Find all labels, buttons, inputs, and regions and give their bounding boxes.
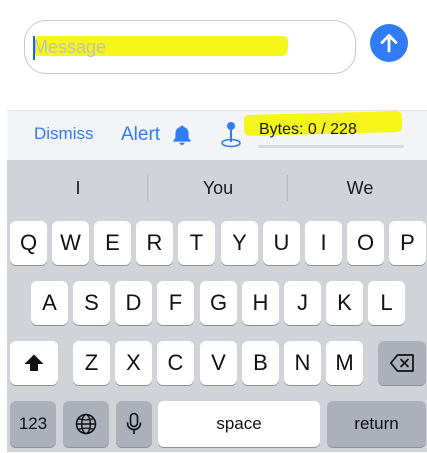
- return-key[interactable]: return: [327, 401, 426, 447]
- key-f[interactable]: F: [157, 281, 194, 325]
- bell-icon: [173, 125, 191, 145]
- globe-icon: [75, 413, 97, 435]
- key-v[interactable]: V: [200, 341, 237, 385]
- message-input[interactable]: [33, 34, 333, 60]
- bytes-progress-bar: [258, 145, 404, 148]
- numbers-key[interactable]: 123: [10, 401, 56, 447]
- arrow-up-icon: [380, 34, 398, 53]
- key-u[interactable]: U: [263, 221, 300, 265]
- suggestion-divider: [147, 175, 148, 201]
- suggestion-divider: [287, 175, 288, 201]
- key-y[interactable]: Y: [221, 221, 258, 265]
- bytes-counter: Bytes: 0 / 228: [259, 121, 357, 138]
- key-k[interactable]: K: [326, 281, 363, 325]
- key-t[interactable]: T: [178, 221, 215, 265]
- send-button[interactable]: [370, 24, 408, 62]
- shift-icon: [24, 354, 44, 371]
- key-e[interactable]: E: [94, 221, 131, 265]
- key-g[interactable]: G: [200, 281, 237, 325]
- key-i[interactable]: I: [305, 221, 342, 265]
- space-key[interactable]: space: [158, 401, 320, 447]
- map-pin-icon[interactable]: [219, 121, 243, 149]
- key-z[interactable]: Z: [73, 341, 110, 385]
- key-l[interactable]: L: [368, 281, 405, 325]
- key-x[interactable]: X: [115, 341, 152, 385]
- key-r[interactable]: R: [136, 221, 173, 265]
- text-cursor: [33, 36, 35, 60]
- alert-button[interactable]: Alert: [121, 122, 194, 148]
- suggestion-2[interactable]: You: [178, 178, 258, 199]
- suggestion-1[interactable]: I: [58, 178, 98, 199]
- backspace-icon: [389, 354, 414, 372]
- key-q[interactable]: Q: [10, 221, 47, 265]
- messaging-screen: Dismiss Alert Bytes: 0 / 228 I You We Q …: [0, 0, 427, 453]
- key-a[interactable]: A: [31, 281, 68, 325]
- key-s[interactable]: S: [73, 281, 110, 325]
- suggestion-3[interactable]: We: [320, 178, 400, 199]
- dismiss-button[interactable]: Dismiss: [34, 124, 94, 144]
- key-h[interactable]: H: [242, 281, 279, 325]
- key-m[interactable]: M: [326, 341, 363, 385]
- key-n[interactable]: N: [284, 341, 321, 385]
- key-o[interactable]: O: [347, 221, 384, 265]
- key-p[interactable]: P: [389, 221, 426, 265]
- backspace-key[interactable]: [378, 341, 426, 385]
- microphone-icon: [126, 412, 142, 434]
- key-j[interactable]: J: [284, 281, 321, 325]
- shift-key[interactable]: [10, 341, 58, 385]
- globe-key[interactable]: [63, 401, 109, 447]
- alert-label: Alert: [121, 124, 161, 145]
- dictation-key[interactable]: [116, 401, 152, 447]
- key-b[interactable]: B: [242, 341, 279, 385]
- key-w[interactable]: W: [52, 221, 89, 265]
- key-c[interactable]: C: [157, 341, 194, 385]
- key-d[interactable]: D: [115, 281, 152, 325]
